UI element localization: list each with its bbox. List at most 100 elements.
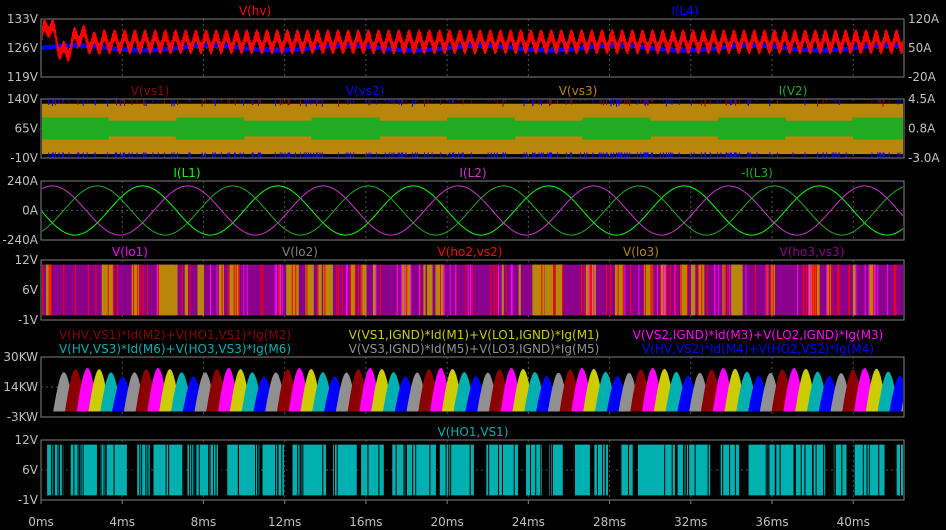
series-I-V2 xyxy=(42,117,903,140)
gate-pulse xyxy=(227,444,260,496)
x-tick-label: 40ms xyxy=(837,515,870,529)
x-tick-label: 8ms xyxy=(191,515,217,529)
gate-pulse xyxy=(549,444,563,496)
x-tick-label: 24ms xyxy=(512,515,545,529)
gate-pulse xyxy=(854,444,886,496)
legend-entry: V(HV,VS3)*Id(M6)+V(HO3,VS3)*Ig(M6) xyxy=(59,342,291,356)
series-V-lo3-segment xyxy=(733,264,743,316)
y-tick-label-right: -3.0A xyxy=(908,151,940,165)
y-tick-label-left: -3KW xyxy=(7,410,38,424)
series-V-lo3-segment xyxy=(690,264,696,316)
y-tick-label-right: -20A xyxy=(908,70,937,84)
legend-entry: -I(L3) xyxy=(741,166,773,180)
gate-pulse xyxy=(676,444,711,496)
legend-entry: V(vs2) xyxy=(346,84,385,98)
y-tick-label-left: 30KW xyxy=(3,350,38,364)
x-tick-label: 32ms xyxy=(674,515,707,529)
y-tick-label-left: -1V xyxy=(18,313,39,327)
series-V-lo3-segment xyxy=(104,264,113,316)
x-tick-label: 20ms xyxy=(431,515,464,529)
legend-entry: V(vs3) xyxy=(559,84,598,98)
series-V-lo3-segment xyxy=(423,264,426,316)
legend-entry: I(V2) xyxy=(779,84,808,98)
series-V-lo3-segment xyxy=(681,264,685,316)
legend-entry: V(lo1) xyxy=(112,245,148,259)
legend-entry: V(vs1) xyxy=(131,84,170,98)
series-V-lo3-segment xyxy=(518,264,521,316)
y-tick-label-right: 50A xyxy=(908,41,932,55)
y-tick-label-left: 65V xyxy=(15,122,39,136)
y-tick-label-left: 140V xyxy=(7,92,39,106)
legend-entry: V(lo3) xyxy=(623,245,659,259)
gate-pulse xyxy=(47,444,64,496)
gate-pulse xyxy=(526,444,542,496)
y-tick-label-left: 12V xyxy=(15,433,39,447)
gate-pulse xyxy=(333,444,357,496)
gate-pulse xyxy=(594,444,609,496)
y-tick-label-right: 120A xyxy=(908,12,940,26)
gate-pulse xyxy=(574,444,590,496)
series-V-lo3-segment xyxy=(532,264,538,316)
y-tick-label-left: 14KW xyxy=(3,380,38,394)
series-V-lo3-segment xyxy=(101,264,105,316)
y-tick-label-left: 240A xyxy=(7,174,39,188)
x-tick-label: 36ms xyxy=(755,515,788,529)
legend-entry: V(VS2,IGND)*Id(M3)+V(LO2,IGND)*Ig(M3) xyxy=(633,328,884,342)
series-V-lo3-segment xyxy=(435,264,444,316)
y-tick-label-left: -1V xyxy=(18,493,39,507)
series-V-lo3-segment xyxy=(218,264,224,316)
y-tick-label-left: 12V xyxy=(15,253,39,267)
gate-pulse xyxy=(262,444,284,496)
legend-entry: V(VS1,IGND)*Id(M1)+V(LO1,IGND)*Ig(M1) xyxy=(349,328,600,342)
gate-pulse xyxy=(637,444,675,496)
series-V-lo3-segment xyxy=(184,264,188,316)
x-tick-label: 28ms xyxy=(593,515,626,529)
legend-entry: V(lo2) xyxy=(282,245,318,259)
legend-entry: V(HO1,VS1) xyxy=(438,425,509,439)
series-V-lo3-segment xyxy=(557,264,560,316)
gate-pulse xyxy=(70,444,98,496)
waveform-area xyxy=(53,367,903,412)
gate-pulse xyxy=(795,444,826,496)
y-tick-label-left: 126V xyxy=(7,41,39,55)
legend-entry: V(hv) xyxy=(239,4,271,18)
legend-entry: I(L1) xyxy=(173,166,200,180)
series-V-lo3-segment xyxy=(372,264,376,316)
gate-pulse xyxy=(361,444,385,496)
legend-entry: V(HV,VS1)*Id(M2)+V(HO1,VS1)*Ig(M2) xyxy=(59,328,291,342)
legend-entry: I(L2) xyxy=(459,166,486,180)
gate-pulse xyxy=(620,444,634,496)
series-V-lo3-segment xyxy=(501,264,504,316)
x-tick-label: 0ms xyxy=(28,515,54,529)
series-V-lo3-segment xyxy=(544,264,554,316)
legend-entry: V(ho2,vs2) xyxy=(438,245,503,259)
series-V-lo3-segment xyxy=(809,264,820,316)
waveform-area xyxy=(42,444,903,496)
y-tick-label-left: 119V xyxy=(7,70,39,84)
legend-entry: V(ho3,vs3) xyxy=(780,245,845,259)
x-tick-label: 16ms xyxy=(349,515,382,529)
series-V-lo3-segment xyxy=(286,264,296,316)
y-tick-label-left: -10V xyxy=(10,151,39,165)
series-V-lo3-segment xyxy=(169,264,178,316)
x-tick-label: 12ms xyxy=(268,515,301,529)
series-V-lo3-segment xyxy=(197,264,204,316)
series-V-lo3-segment xyxy=(426,264,433,316)
y-tick-label-left: 6V xyxy=(22,283,39,297)
y-tick-label-left: 133V xyxy=(7,12,39,26)
legend-entry: V(HV,VS2)*Id(M4)+V(HO2,VS2)*Ig(M4) xyxy=(642,342,874,356)
gate-pulse xyxy=(439,444,474,496)
waveform-area xyxy=(42,264,903,316)
legend-entry: I(L4) xyxy=(671,4,698,18)
legend-entry: V(VS3,IGND)*Id(M5)+V(LO3,IGND)*Ig(M5) xyxy=(349,342,600,356)
x-tick-label: 4ms xyxy=(109,515,135,529)
y-tick-label-left: 6V xyxy=(22,463,39,477)
y-tick-label-left: 0A xyxy=(22,204,39,218)
waveform-area xyxy=(42,100,903,157)
series-V-lo3-segment xyxy=(614,264,624,316)
y-tick-label-right: 0.8A xyxy=(908,122,936,136)
waveform-viewer: 133V 126V 119V 120A 50A -20A V(hv) I(L4) 140V 65V… xyxy=(0,0,946,530)
gate-pulse xyxy=(748,444,794,496)
y-tick-label-left: -240A xyxy=(3,233,39,247)
y-tick-label-right: 4.5A xyxy=(908,92,936,106)
